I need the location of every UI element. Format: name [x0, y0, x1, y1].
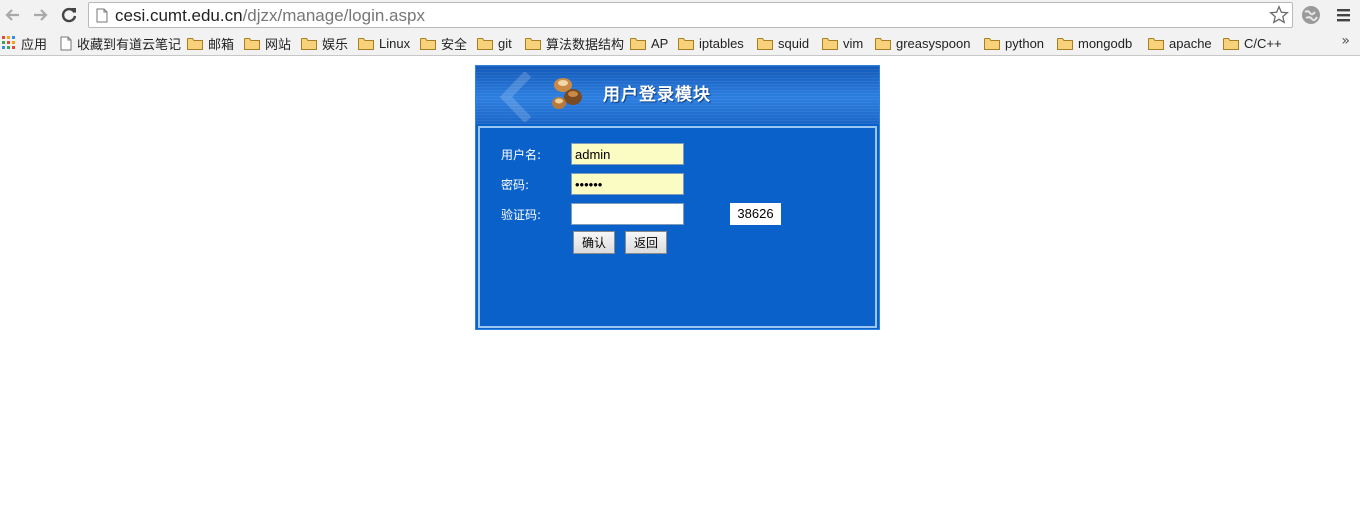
bookmark-folder[interactable]: 网站 — [244, 34, 291, 52]
bookmark-label: Linux — [379, 35, 411, 51]
bookmark-label: AP — [651, 35, 669, 51]
bookmark-label: 收藏到有道云笔记 — [77, 36, 182, 52]
bookmark-star-icon[interactable] — [1269, 5, 1289, 29]
bookmark-folder[interactable]: 邮箱 — [187, 34, 234, 52]
folder-icon — [358, 37, 374, 50]
captcha-code: 38626 — [730, 203, 781, 225]
bookmark-label: C/C++ — [1244, 35, 1282, 51]
bookmark-youdao[interactable]: 收藏到有道云笔记 — [60, 34, 181, 52]
folder-icon — [477, 37, 493, 50]
url-host: cesi.cumt.edu.cn — [115, 6, 243, 25]
login-form-area: 用户名: 密码: 验证码: 38626 确认 返回 — [478, 126, 877, 328]
bookmark-folder[interactable]: python — [984, 34, 1044, 52]
captcha-input[interactable] — [571, 203, 684, 225]
bookmark-label: 娱乐 — [322, 36, 349, 52]
folder-icon — [984, 37, 1000, 50]
login-title: 用户登录模块 — [603, 85, 711, 105]
folder-icon — [1223, 37, 1239, 50]
bookmark-folder[interactable]: 算法数据结构 — [525, 34, 624, 52]
bookmark-label: vim — [843, 35, 864, 51]
page-icon — [96, 8, 108, 27]
folder-icon — [1148, 37, 1164, 50]
bookmark-label: 网站 — [265, 36, 292, 52]
bookmark-label: 应用 — [21, 36, 48, 52]
login-panel: 用户登录模块 用户名: 密码: 验证码: 38626 确认 返回 — [475, 65, 880, 330]
bookmark-folder[interactable]: 娱乐 — [301, 34, 348, 52]
bookmark-folder[interactable]: Linux — [358, 34, 410, 52]
folder-icon — [525, 37, 541, 50]
captcha-label: 验证码: — [501, 208, 542, 222]
bookmark-label: 算法数据结构 — [546, 36, 625, 52]
password-label: 密码: — [501, 178, 530, 192]
bookmarks-bar: 应用 收藏到有道云笔记 邮箱 网站 娱乐 Linux 安全 git 算法数据结构… — [0, 30, 1360, 56]
bookmark-folder[interactable]: vim — [822, 34, 863, 52]
folder-icon — [187, 37, 203, 50]
bookmark-label: python — [1005, 35, 1045, 51]
username-label: 用户名: — [501, 148, 542, 162]
folder-icon — [1057, 37, 1073, 50]
folder-icon — [301, 37, 317, 50]
menu-icon[interactable] — [1335, 4, 1353, 30]
bookmark-folder[interactable]: mongodb — [1057, 34, 1132, 52]
back-arrow-icon[interactable] — [2, 4, 24, 26]
url-text[interactable]: cesi.cumt.edu.cn/djzx/manage/login.aspx — [115, 6, 425, 26]
folder-icon — [678, 37, 694, 50]
page-icon — [60, 36, 72, 50]
bookmark-label: iptables — [699, 35, 744, 51]
browser-toolbar: cesi.cumt.edu.cn/djzx/manage/login.aspx — [0, 0, 1360, 30]
bookmark-folder[interactable]: squid — [757, 34, 809, 52]
bookmark-label: greasyspoon — [896, 35, 971, 51]
folder-icon — [244, 37, 260, 50]
url-path: /djzx/manage/login.aspx — [242, 6, 425, 25]
bookmark-label: 安全 — [441, 36, 468, 52]
bookmarks-overflow-button[interactable]: » — [1341, 33, 1350, 49]
apps-grid-icon — [2, 36, 15, 49]
folder-icon — [420, 37, 436, 50]
bookmark-folder[interactable]: git — [477, 34, 512, 52]
globe-extension-icon[interactable] — [1300, 4, 1322, 30]
bookmark-folder[interactable]: iptables — [678, 34, 744, 52]
bookmark-folder[interactable]: 安全 — [420, 34, 467, 52]
folder-icon — [630, 37, 646, 50]
bookmark-folder[interactable]: C/C++ — [1223, 34, 1282, 52]
login-header: 用户登录模块 — [476, 66, 879, 124]
address-bar[interactable]: cesi.cumt.edu.cn/djzx/manage/login.aspx — [88, 2, 1293, 28]
folder-icon — [822, 37, 838, 50]
password-field[interactable] — [571, 173, 684, 195]
reload-icon[interactable] — [58, 4, 80, 26]
bookmark-folder[interactable]: AP — [630, 34, 668, 52]
bookmark-label: apache — [1169, 35, 1212, 51]
bookmark-label: git — [498, 35, 512, 51]
bookmark-label: squid — [778, 35, 810, 51]
bookmark-folder[interactable]: apache — [1148, 34, 1212, 52]
confirm-button[interactable]: 确认 — [573, 231, 615, 254]
bookmark-label: 邮箱 — [208, 36, 235, 52]
bookmark-folder[interactable]: greasyspoon — [875, 34, 970, 52]
logo-icon — [552, 78, 582, 109]
bookmark-label: mongodb — [1078, 35, 1133, 51]
folder-icon — [875, 37, 891, 50]
back-button[interactable]: 返回 — [625, 231, 667, 254]
username-field[interactable] — [571, 143, 684, 165]
folder-icon — [757, 37, 773, 50]
bookmark-apps[interactable]: 应用 — [2, 34, 47, 52]
forward-arrow-icon[interactable] — [29, 4, 51, 26]
header-chevron-decoration — [499, 72, 532, 122]
